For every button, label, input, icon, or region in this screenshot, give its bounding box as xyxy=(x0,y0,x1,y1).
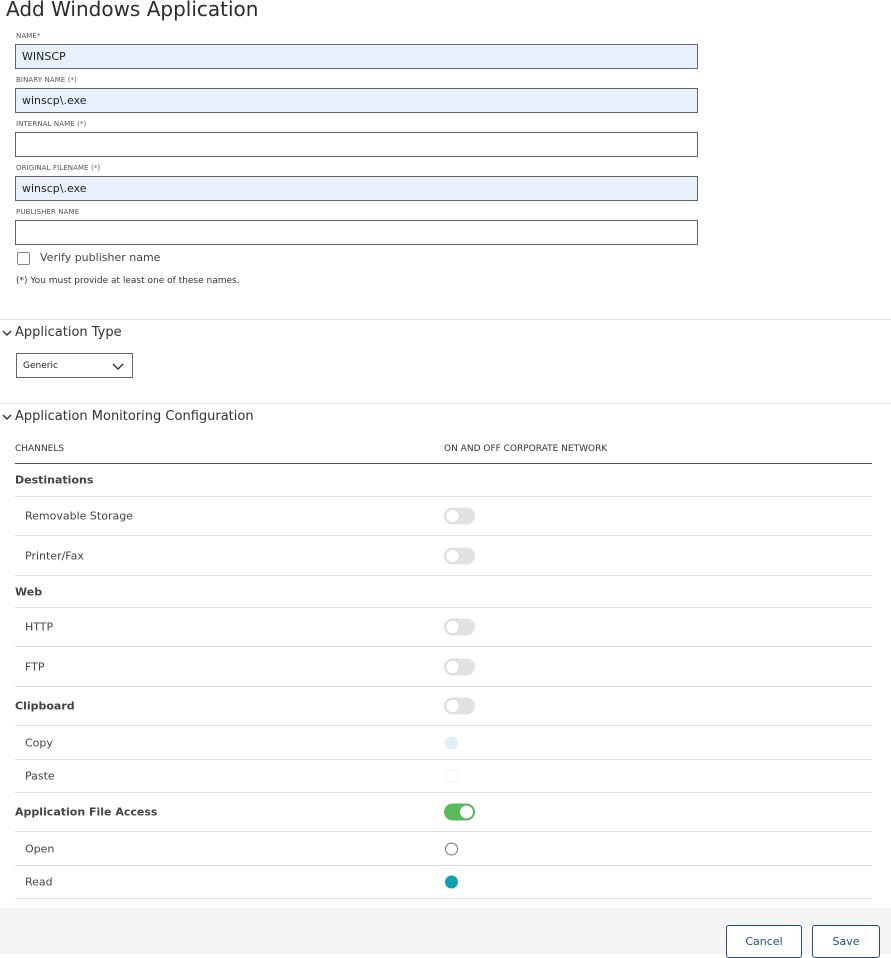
table-row: Removable Storage xyxy=(15,497,872,536)
channel-label: Destinations xyxy=(15,473,94,487)
table-group-row: Destinations xyxy=(15,464,872,497)
channel-label: Application File Access xyxy=(15,805,158,819)
channel-label: HTTP xyxy=(25,620,54,634)
channel-toggle[interactable] xyxy=(444,507,475,525)
table-group-row: Application File Access xyxy=(15,793,872,832)
verify-publisher-label[interactable]: Verify publisher name xyxy=(40,251,160,264)
table-row: Copy xyxy=(15,726,872,760)
table-row: HTTP xyxy=(15,608,872,647)
name-label: NAME* xyxy=(16,32,41,40)
channel-radio xyxy=(445,736,458,749)
internal-name-input[interactable] xyxy=(15,132,698,157)
channel-label: Paste xyxy=(25,769,55,783)
names-note: (*) You must provide at least one of the… xyxy=(16,276,240,286)
channel-toggle[interactable] xyxy=(444,658,475,675)
section-divider xyxy=(0,319,891,320)
original-filename-label: ORIGINAL FILENAME (*) xyxy=(16,164,101,172)
table-row: Open xyxy=(15,832,872,866)
channel-label: Open xyxy=(25,842,55,855)
app-type-selected-value: Generic xyxy=(23,360,58,371)
table-group-row: Clipboard xyxy=(15,687,872,726)
channel-label: Web xyxy=(15,585,43,598)
channel-label: Clipboard xyxy=(15,699,75,713)
channel-label: Read xyxy=(25,875,53,889)
channel-radio xyxy=(445,769,458,783)
table-group-row: Web xyxy=(15,576,872,608)
channel-toggle[interactable] xyxy=(444,697,475,715)
channel-label: Copy xyxy=(25,736,53,749)
channel-radio[interactable] xyxy=(445,875,458,889)
table-row: Paste xyxy=(15,760,872,793)
original-filename-input[interactable] xyxy=(15,176,698,201)
channel-radio[interactable] xyxy=(445,842,458,855)
publisher-name-input[interactable] xyxy=(15,220,698,245)
binary-name-label: BINARY NAME (*) xyxy=(16,76,77,84)
chevron-down-icon xyxy=(112,363,124,370)
save-button[interactable]: Save xyxy=(812,925,880,958)
channels-column-header: CHANNELS xyxy=(15,444,65,454)
monitoring-section-toggle[interactable]: Application Monitoring Configuration xyxy=(0,409,254,424)
section-divider xyxy=(0,403,891,404)
channel-label: Removable Storage xyxy=(25,509,133,523)
internal-name-label: INTERNAL NAME (*) xyxy=(16,120,87,128)
channel-label: FTP xyxy=(25,660,45,673)
app-type-select[interactable]: Generic xyxy=(16,353,133,378)
channel-toggle[interactable] xyxy=(444,803,475,821)
binary-name-input[interactable] xyxy=(15,88,698,113)
app-type-heading: Application Type xyxy=(15,325,122,340)
table-row: Printer/Fax xyxy=(15,536,872,576)
cancel-button[interactable]: Cancel xyxy=(726,925,802,958)
chevron-down-icon xyxy=(2,329,12,336)
verify-publisher-checkbox[interactable] xyxy=(17,252,30,265)
channel-toggle[interactable] xyxy=(444,547,475,564)
table-row: Read xyxy=(15,866,872,899)
app-type-section-toggle[interactable]: Application Type xyxy=(0,325,122,340)
chevron-down-icon xyxy=(2,413,12,420)
network-column-header: ON AND OFF CORPORATE NETWORK xyxy=(444,444,608,454)
channel-toggle[interactable] xyxy=(444,618,475,636)
name-input[interactable] xyxy=(15,44,698,69)
publisher-name-label: PUBLISHER NAME xyxy=(16,208,80,216)
channel-label: Printer/Fax xyxy=(25,549,84,562)
monitoring-heading: Application Monitoring Configuration xyxy=(15,409,254,424)
page-title: Add Windows Application xyxy=(6,0,259,21)
table-row: FTP xyxy=(15,647,872,687)
